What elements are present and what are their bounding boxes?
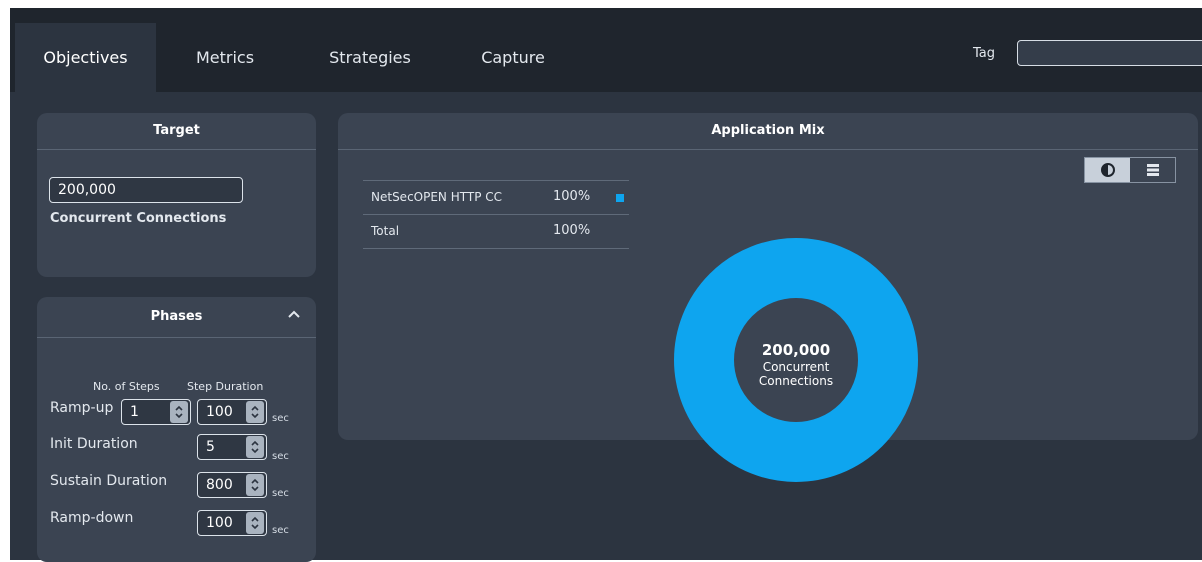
contrast-icon xyxy=(1100,163,1115,177)
donut-line1: Concurrent xyxy=(762,360,830,374)
application-mix-title: Application Mix xyxy=(338,113,1198,150)
sustain-duration-unit: sec xyxy=(272,488,289,499)
sustain-duration-label: Sustain Duration xyxy=(50,473,168,489)
donut-line2: Connections xyxy=(758,374,834,388)
application-mix-panel: Application Mix NetSecOPEN HTTP CC 100% … xyxy=(338,113,1198,482)
mix-total-name: Total xyxy=(371,224,400,238)
ramp-down-value: 100 xyxy=(206,515,233,531)
spinner-arrows-icon[interactable] xyxy=(246,436,264,458)
ramp-down-label: Ramp-down xyxy=(50,510,134,526)
tab-strategies[interactable]: Strategies xyxy=(317,23,423,92)
init-duration-unit: sec xyxy=(272,451,289,462)
list-view-button[interactable] xyxy=(1130,158,1175,182)
init-duration-label: Init Duration xyxy=(50,436,138,452)
phases-title: Phases xyxy=(37,297,316,338)
target-panel: Target 200,000 Concurrent Connections xyxy=(37,113,316,277)
collapse-chevron-icon[interactable] xyxy=(286,307,302,323)
init-duration-spinner[interactable]: 5 xyxy=(197,434,267,460)
init-duration-value: 5 xyxy=(206,439,215,455)
tab-objectives[interactable]: Objectives xyxy=(15,23,156,92)
ramp-down-unit: sec xyxy=(272,525,289,536)
target-value-input[interactable]: 200,000 xyxy=(49,177,243,203)
mix-row-name: NetSecOPEN HTTP CC xyxy=(371,190,502,204)
target-unit-label: Concurrent Connections xyxy=(50,211,227,226)
ramp-up-duration-spinner[interactable]: 100 xyxy=(197,399,267,425)
donut-value: 200,000 xyxy=(761,341,831,359)
connections-donut: 200,000 Concurrent Connections xyxy=(674,238,918,482)
spinner-arrows-icon[interactable] xyxy=(246,512,264,534)
donut-view-button[interactable] xyxy=(1085,158,1130,182)
legend-swatch xyxy=(616,194,624,202)
tab-metrics[interactable]: Metrics xyxy=(180,23,270,92)
ramp-up-duration-value: 100 xyxy=(206,404,233,420)
tag-input[interactable] xyxy=(1017,40,1202,66)
spinner-arrows-icon[interactable] xyxy=(170,401,188,423)
mix-row[interactable]: NetSecOPEN HTTP CC 100% xyxy=(363,181,629,215)
mix-total-percent: 100% xyxy=(553,223,591,238)
mix-total-row: Total 100% xyxy=(363,215,629,249)
col-duration-header: Step Duration xyxy=(187,380,264,393)
list-icon xyxy=(1146,164,1159,176)
tab-bar: Objectives Metrics Strategies Capture Ta… xyxy=(10,8,1202,92)
view-toggle xyxy=(1084,157,1176,183)
ramp-up-unit: sec xyxy=(272,413,289,424)
app-window: Objectives Metrics Strategies Capture Ta… xyxy=(10,8,1202,562)
ramp-up-steps-value: 1 xyxy=(130,404,139,420)
ramp-up-label: Ramp-up xyxy=(50,400,114,416)
spinner-arrows-icon[interactable] xyxy=(246,401,264,423)
col-steps-header: No. of Steps xyxy=(93,380,160,393)
ramp-up-steps-spinner[interactable]: 1 xyxy=(121,399,191,425)
tag-label: Tag xyxy=(973,46,996,61)
target-title: Target xyxy=(37,113,316,150)
mix-row-percent: 100% xyxy=(553,189,591,204)
ramp-down-spinner[interactable]: 100 xyxy=(197,510,267,536)
spinner-arrows-icon[interactable] xyxy=(246,474,264,496)
tab-capture[interactable]: Capture xyxy=(468,23,558,92)
mix-table: NetSecOPEN HTTP CC 100% Total 100% xyxy=(363,180,629,249)
sustain-duration-spinner[interactable]: 800 xyxy=(197,472,267,498)
sustain-duration-value: 800 xyxy=(206,477,233,493)
